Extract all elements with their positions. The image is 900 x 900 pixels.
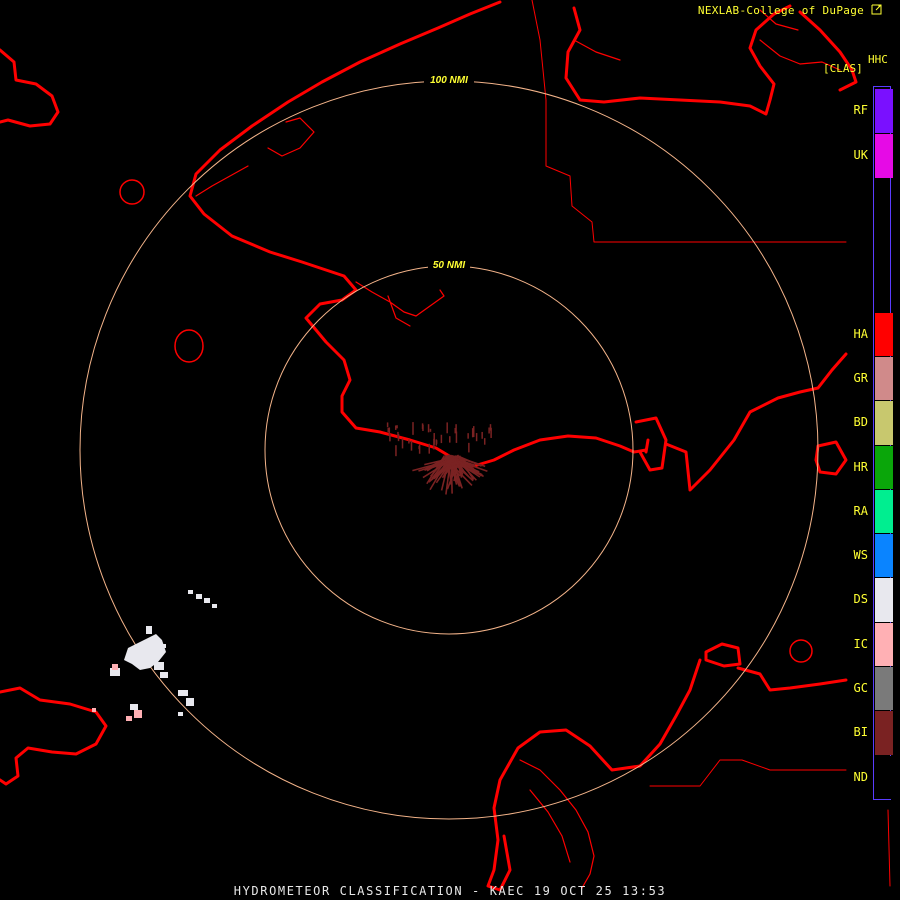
coastline-southeast: [704, 642, 848, 692]
legend-label-bi: BI: [853, 725, 868, 739]
lake-west-2: [174, 329, 204, 363]
product-code: HHC: [868, 53, 888, 66]
legend-label-ra: RA: [853, 503, 868, 518]
lake-southeast: [789, 639, 813, 663]
legend-label-rf: RF: [853, 103, 868, 117]
legend-label-bd: BD: [853, 415, 868, 429]
coastline-southwest: [0, 686, 108, 786]
credit-label: NEXLAB-College of DuPage: [698, 4, 882, 17]
coastline-south-inner: [519, 759, 595, 889]
legend-swatch-hr: [875, 446, 893, 489]
product-footer: HYDROMETEOR CLASSIFICATION - KAEC 19 OCT…: [0, 884, 900, 898]
legend-label-ws: WS: [853, 547, 868, 562]
radar-display: { "header": { "credit": "NEXLAB-College …: [0, 0, 900, 900]
timestamp: 19 OCT 25 13:53: [533, 884, 667, 898]
footer-separator: -: [472, 884, 481, 898]
legend-swatch-ha: [875, 313, 893, 356]
coastline-north-inner: [195, 117, 445, 327]
legend-label-ha: HA: [853, 326, 868, 341]
legend-label-ds: DS: [853, 592, 868, 606]
coastline-north: [188, 0, 648, 468]
legend-swatch-bi: [875, 711, 893, 755]
ring-label-50-nmi: 50 NMI: [433, 260, 465, 271]
legend-swatch-ws: [875, 534, 893, 577]
legend-swatch-gc: [875, 667, 893, 710]
coastline-northeast-inner: [573, 9, 841, 71]
legend-label-ic: IC: [853, 636, 868, 651]
radar-map: 100 NMI 50 NMI: [0, 0, 891, 892]
ext-link-icon: [871, 4, 882, 15]
legend-swatch-uk: [875, 134, 893, 178]
coastline-east: [634, 352, 848, 492]
product-type: [CLAS]: [823, 62, 863, 75]
legend-swatch-ic: [875, 623, 893, 666]
legend-swatch-bd: [875, 401, 893, 445]
legend-swatch-ra: [875, 490, 893, 533]
legend-swatch-ds: [875, 578, 893, 622]
coastline-west-stub: [0, 48, 60, 128]
coastline-south: [486, 438, 702, 892]
dry-snow-echo: [110, 590, 217, 716]
product-name: HYDROMETEOR CLASSIFICATION: [233, 884, 464, 898]
legend-label-hr: HR: [853, 459, 868, 474]
precip-echoes-southwest: [92, 590, 217, 721]
legend-label-uk: UK: [853, 148, 868, 162]
ground-clutter-echo: [386, 422, 492, 495]
legend-swatch-rf: [875, 89, 893, 133]
legend-swatch-gr: [875, 357, 893, 400]
ring-label-100-nmi: 100 NMI: [430, 75, 468, 86]
legend-swatch-nd: [875, 756, 893, 799]
legend-label-gc: GC: [853, 680, 868, 695]
coastline-northeast: [564, 4, 858, 116]
legend-label-gr: GR: [853, 370, 868, 385]
range-ring-50-nmi: [264, 265, 634, 635]
legend-label-nd: ND: [853, 769, 868, 784]
lake-west: [119, 179, 145, 205]
station-id: KAEC: [489, 884, 526, 898]
